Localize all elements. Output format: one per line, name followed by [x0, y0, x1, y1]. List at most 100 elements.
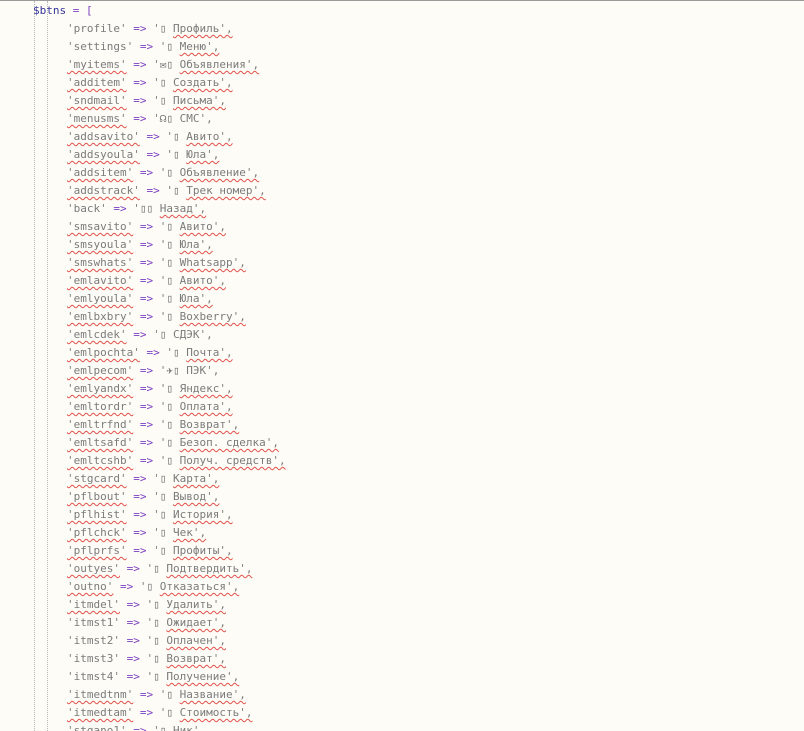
code-line[interactable]: 'emltcshb' => '▯ Получ. средств',	[0, 452, 286, 470]
code-line[interactable]: 'profile' => '▯ Профиль',	[0, 20, 286, 38]
code-line[interactable]: 'stgcard' => '▯ Карта',	[0, 470, 286, 488]
array-key: 'emlpecom'	[67, 364, 134, 377]
code-line[interactable]: 'itmst1' => '▯ Ожидает',	[0, 614, 286, 632]
emoji-glyph-icon: ▯	[166, 310, 173, 323]
code-line[interactable]: 'addsitem' => '▯ Объявление',	[0, 164, 286, 182]
arrow-operator: =>	[133, 328, 147, 341]
arrow-operator: =>	[133, 724, 147, 731]
array-key: 'stgcard'	[67, 472, 127, 485]
arrow-operator: =>	[119, 580, 134, 593]
code-line[interactable]: 'emlcdek' => '▯ СДЭК',	[0, 326, 286, 344]
arrow-operator: =>	[133, 490, 147, 503]
string-quote: '	[153, 526, 160, 539]
code-line[interactable]: 'pflhist' => '▯ История',	[0, 506, 286, 524]
code-line[interactable]: 'myitems' => '✉▯ Объявления',	[0, 56, 286, 74]
emoji-glyph-icon: ▯	[153, 652, 160, 665]
code-line[interactable]: 'itmdel' => '▯ Удалить',	[0, 596, 286, 614]
array-value: СМС',	[179, 112, 213, 125]
array-value: Авито',	[179, 220, 226, 233]
array-key: 'smswhats'	[67, 256, 134, 269]
code-line[interactable]: 'outno' => '▯ Отказаться',	[0, 578, 286, 596]
assign-operator: =	[72, 4, 80, 17]
array-value: Получение',	[166, 670, 240, 683]
emoji-glyph-icon: ▯	[166, 706, 173, 719]
array-key: 'stgano1'	[67, 724, 127, 731]
arrow-operator: =>	[126, 652, 140, 665]
arrow-operator: =>	[139, 166, 154, 179]
arrow-operator: =>	[139, 292, 154, 305]
emoji-glyph-icon: ✉▯	[159, 58, 173, 71]
arrow-operator: =>	[139, 40, 154, 53]
code-line-header[interactable]: $btns = [	[0, 2, 286, 20]
code-line[interactable]: 'smswhats' => '▯ Whatsapp',	[0, 254, 286, 272]
array-value: Юла',	[179, 238, 213, 251]
arrow-operator: =>	[139, 310, 154, 323]
emoji-glyph-icon: ▯	[166, 166, 173, 179]
code-line[interactable]: 'pflbout' => '▯ Вывод',	[0, 488, 286, 506]
array-key: 'outno'	[67, 580, 114, 593]
arrow-operator: =>	[113, 202, 127, 215]
code-line[interactable]: 'pflchck' => '▯ Чек',	[0, 524, 286, 542]
code-line[interactable]: 'pflprfs' => '▯ Профиты',	[0, 542, 286, 560]
array-key: 'addsavito'	[67, 130, 140, 143]
array-key: 'emlavito'	[67, 274, 134, 287]
code-line[interactable]: 'addsavito' => '▯ Авито',	[0, 128, 286, 146]
emoji-glyph-icon: ▯	[159, 526, 167, 539]
code-line[interactable]: 'smsavito' => '▯ Авито',	[0, 218, 286, 236]
arrow-operator: =>	[126, 562, 140, 575]
array-key: 'pflchck'	[67, 526, 127, 539]
emoji-glyph-icon: ▯	[166, 40, 173, 53]
emoji-glyph-icon: ▯	[153, 598, 160, 611]
array-key: 'itmedtam'	[67, 706, 134, 719]
string-quote: '	[153, 508, 160, 521]
array-value: Авито',	[186, 130, 233, 143]
emoji-glyph-icon: ▯	[159, 490, 167, 503]
code-line[interactable]: 'addstrack' => '▯ Трек номер',	[0, 182, 286, 200]
code-line[interactable]: 'additem' => '▯ Создать',	[0, 74, 286, 92]
array-value: Авито',	[179, 274, 226, 287]
array-value: Ник',	[172, 724, 207, 731]
code-line[interactable]: 'emltordr' => '▯ Оплата',	[0, 398, 286, 416]
code-line[interactable]: 'settings' => '▯ Меню',	[0, 38, 286, 56]
code-line[interactable]: 'itmedtnm' => '▯ Название',	[0, 686, 286, 704]
code-line[interactable]: 'emlpochta' => '▯ Почта',	[0, 344, 286, 362]
code-line[interactable]: 'stgano1' => '▯ Ник',	[0, 722, 286, 731]
code-area[interactable]: $btns = [ 'profile' => '▯ Профиль','sett…	[0, 2, 286, 731]
code-line[interactable]: 'itmst2' => '▯ Оплачен',	[0, 632, 286, 650]
array-value: Юла',	[179, 292, 213, 305]
array-key: 'emltsafd'	[67, 436, 134, 449]
array-value: История',	[172, 508, 233, 521]
code-line[interactable]: 'emlpecom' => '✈▯ ПЭК',	[0, 362, 286, 380]
array-key: 'itmedtnm'	[67, 688, 134, 701]
code-line[interactable]: 'back' => '▯▯ Назад',	[0, 200, 286, 218]
emoji-glyph-icon: ▯	[159, 508, 167, 521]
code-line[interactable]: 'itmst3' => '▯ Возврат',	[0, 650, 286, 668]
code-line[interactable]: 'menusms' => '☊▯ СМС',	[0, 110, 286, 128]
code-line[interactable]: 'emlavito' => '▯ Авито',	[0, 272, 286, 290]
emoji-glyph-icon: ✈▯	[166, 364, 180, 377]
code-line[interactable]: 'itmst4' => '▯ Получение',	[0, 668, 286, 686]
code-line[interactable]: 'outyes' => '▯ Подтвердить',	[0, 560, 286, 578]
code-line[interactable]: 'emlyoula' => '▯ Юла',	[0, 290, 286, 308]
code-line[interactable]: 'emltrfnd' => '▯ Возврат',	[0, 416, 286, 434]
code-line[interactable]: 'sndmail' => '▯ Письма',	[0, 92, 286, 110]
emoji-glyph-icon: ▯	[172, 346, 180, 359]
arrow-operator: =>	[146, 346, 160, 359]
code-line[interactable]: 'emlbxbry' => '▯ Boxberry',	[0, 308, 286, 326]
code-line[interactable]: 'smsyoula' => '▯ Юла',	[0, 236, 286, 254]
array-value: Стоимость',	[179, 706, 253, 719]
code-line[interactable]: 'emlyandx' => '▯ Яндекс',	[0, 380, 286, 398]
emoji-glyph-icon: ▯	[166, 688, 173, 701]
array-value: Карта',	[172, 472, 220, 485]
array-value: Whatsapp',	[179, 256, 246, 269]
code-line[interactable]: 'addsyoula' => '▯ Юла',	[0, 146, 286, 164]
array-key: 'outyes'	[67, 562, 120, 575]
code-line[interactable]: 'emltsafd' => '▯ Безоп. сделка',	[0, 434, 286, 452]
emoji-glyph-icon: ▯	[172, 130, 180, 143]
string-quote: '	[153, 22, 160, 35]
array-value: Письма',	[172, 94, 226, 107]
code-editor[interactable]: $btns = [ 'profile' => '▯ Профиль','sett…	[0, 0, 804, 731]
emoji-glyph-icon: ▯	[166, 454, 173, 467]
string-quote: '	[153, 490, 160, 503]
code-line[interactable]: 'itmedtam' => '▯ Стоимость',	[0, 704, 286, 722]
